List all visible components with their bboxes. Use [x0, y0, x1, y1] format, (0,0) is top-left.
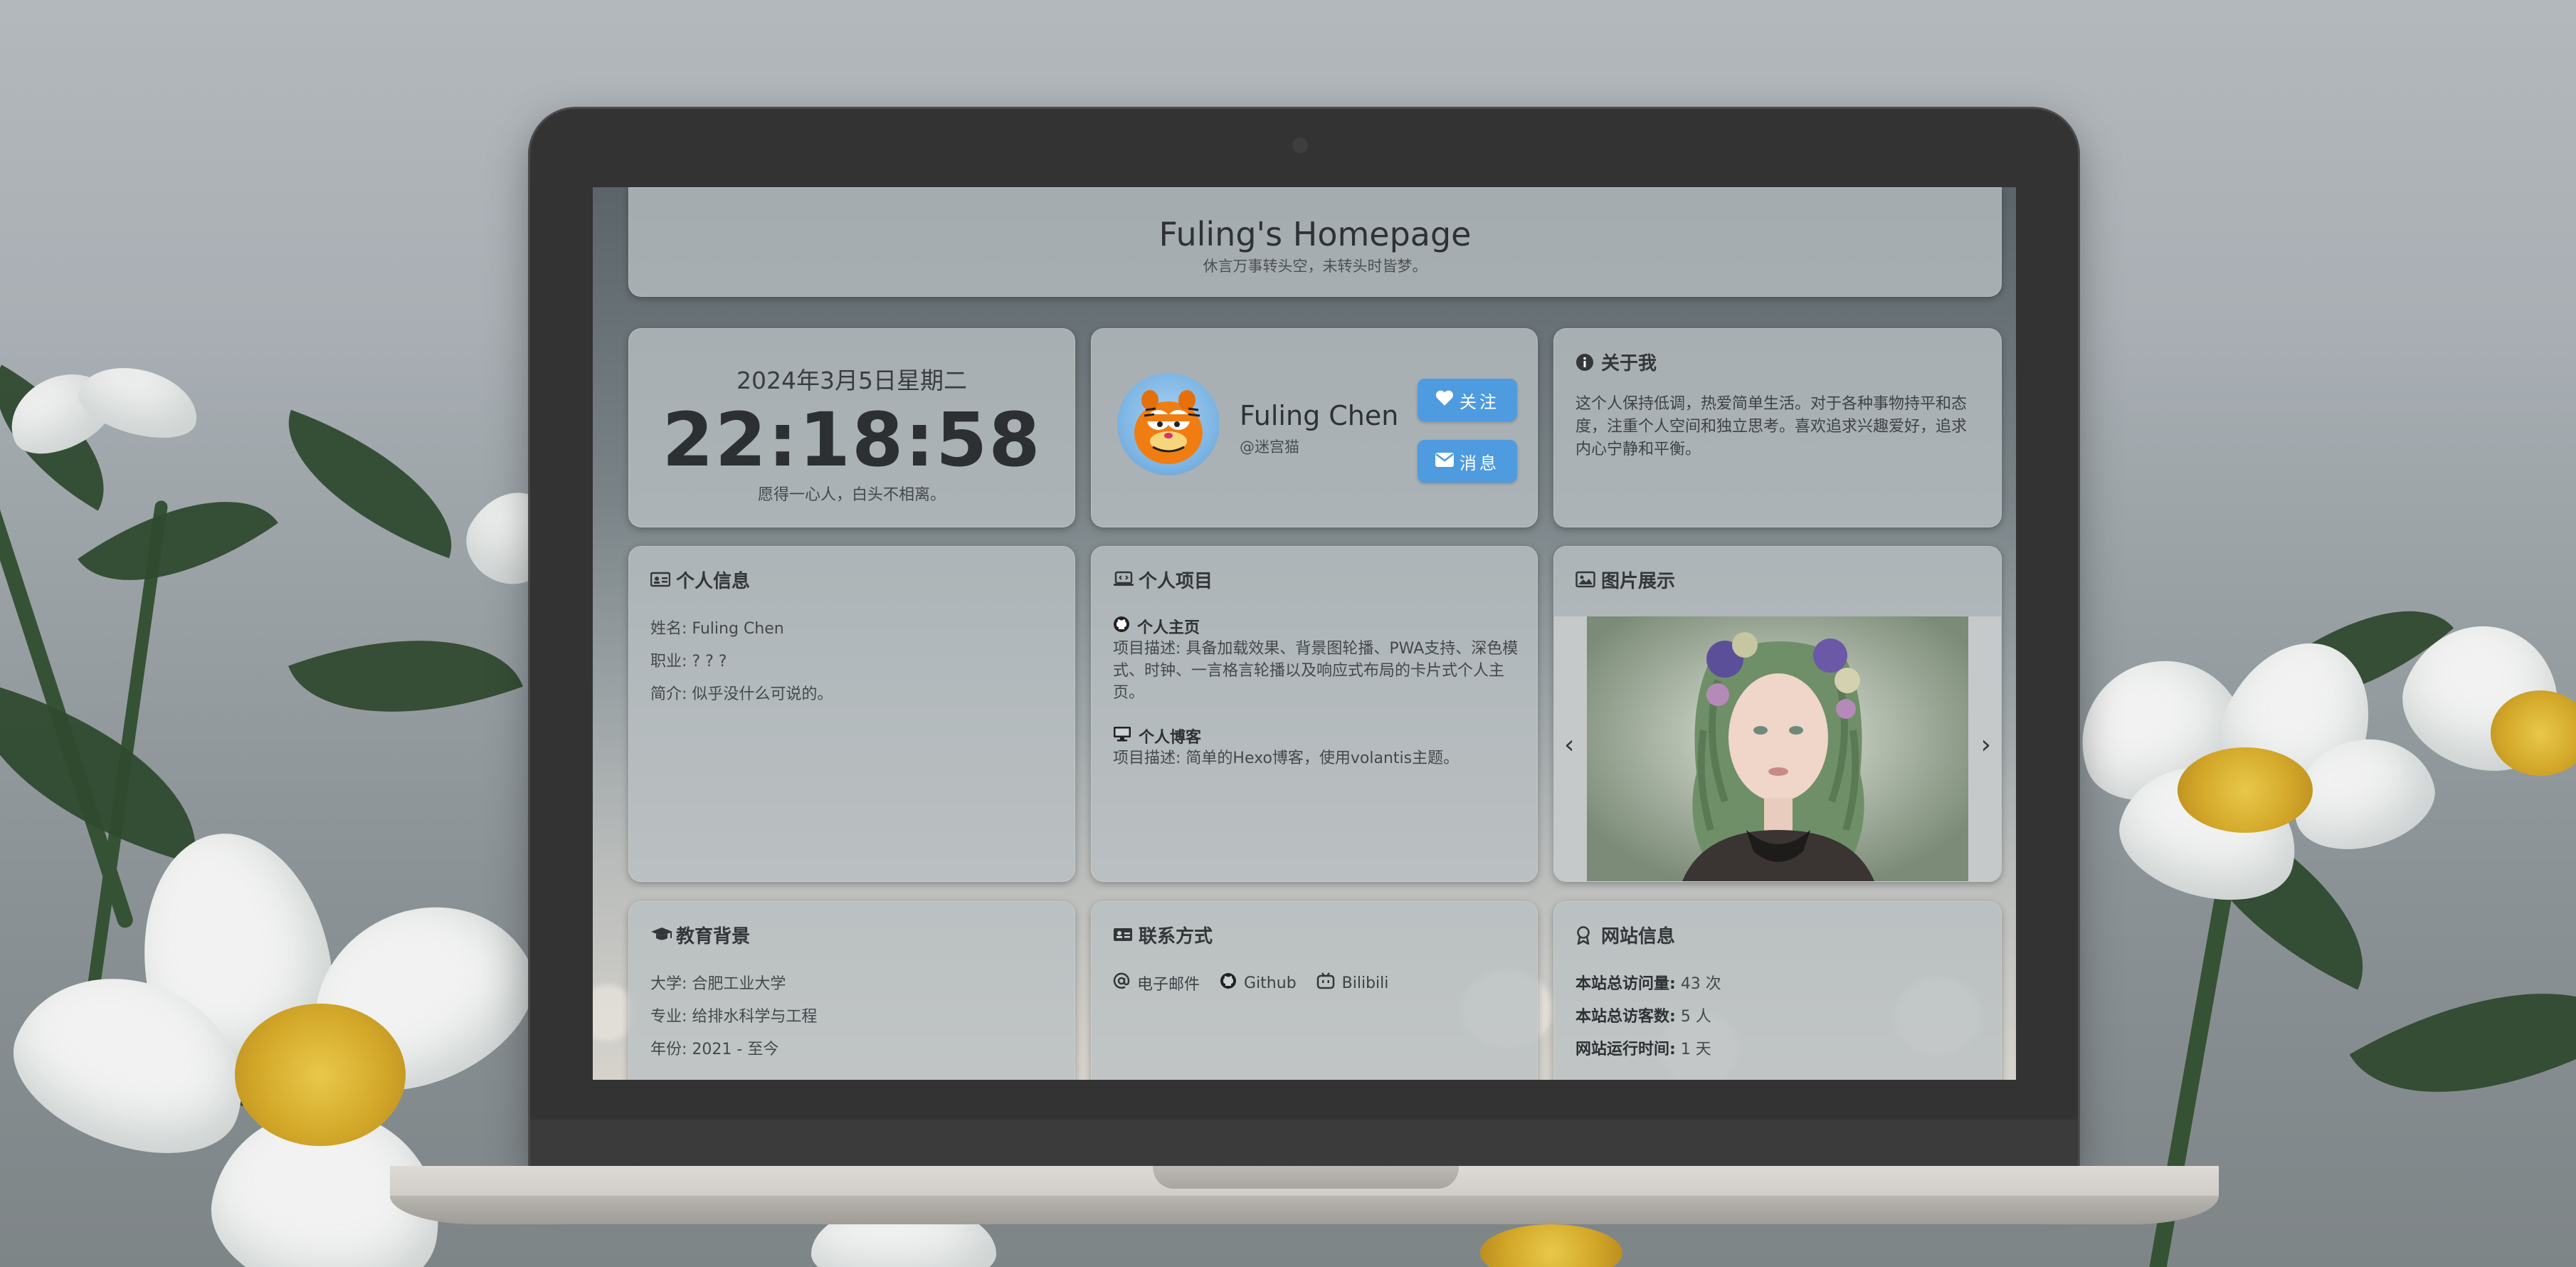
contact-title-text: 联系方式: [1139, 926, 1213, 947]
message-button[interactable]: 消息: [1418, 440, 1517, 483]
bilibili-icon: [1316, 972, 1335, 994]
projects-title-text: 个人项目: [1139, 571, 1213, 592]
laptop-opening-notch: [1153, 1166, 1459, 1189]
message-label: 消息: [1459, 453, 1499, 473]
about-text: 这个人保持低调，热爱简单生活。对于各种事物持平和态度，注重个人空间和独立思考。喜…: [1575, 395, 1968, 458]
id-card-icon: [650, 571, 671, 589]
avatar[interactable]: [1117, 373, 1220, 475]
flower-center: [235, 1004, 406, 1146]
info-job: 职业: ? ? ?: [650, 653, 727, 671]
site-info-title-text: 网站信息: [1601, 926, 1676, 947]
info-bio: 简介: 似乎没什么可说的。: [650, 685, 833, 703]
personal-info-title: 个人信息: [650, 567, 750, 593]
education-title: 教育背景: [650, 922, 750, 948]
follow-button[interactable]: 关注: [1418, 379, 1517, 421]
edu-school: 大学: 合肥工业大学: [650, 975, 786, 993]
follow-label: 关注: [1459, 391, 1499, 412]
at-sign-icon: [1113, 972, 1130, 994]
github-icon: [1220, 972, 1237, 994]
leaf: [2349, 926, 2576, 1160]
profile-handle: @迷宫猫: [1240, 438, 1299, 456]
about-card: 关于我 这个人保持低调，热爱简单生活。对于各种事物持平和态度，注重个人空间和独立…: [1553, 328, 2002, 527]
email-link[interactable]: 电子邮件: [1137, 972, 1200, 994]
header-card: Fuling's Homepage 休言万事转头空，未转头时皆梦。: [628, 187, 2002, 297]
education-card: 教育背景 大学: 合肥工业大学 专业: 给排水科学与工程 年份: 2021 - …: [628, 901, 1075, 1080]
contact-title: 联系方式: [1113, 922, 1213, 948]
project-homepage-desc: 项目描述: 具备加载效果、背景图轮播、PWA支持、深色模式、时钟、一言格言轮播以…: [1113, 640, 1519, 702]
about-title-text: 关于我: [1601, 353, 1657, 374]
heart-icon: [1435, 389, 1454, 411]
profile-name: Fuling Chen: [1240, 400, 1399, 431]
webcam: [1292, 137, 1308, 153]
github-icon: [1113, 616, 1130, 637]
edu-years: 年份: 2021 - 至今: [650, 1041, 779, 1058]
carousel-prev-button[interactable]: ‹: [1564, 730, 1574, 759]
carousel-image: [1587, 616, 1968, 881]
stat-visitors: 本站总访客数: 5 人: [1575, 1008, 1711, 1026]
image-carousel[interactable]: ‹ ›: [1554, 616, 2001, 881]
site-title: Fuling's Homepage: [1158, 215, 1472, 253]
personal-info-title-text: 个人信息: [676, 571, 751, 592]
stat-uptime: 网站运行时间: 1 天: [1575, 1041, 1711, 1058]
laptop-screen: Fuling's Homepage 休言万事转头空，未转头时皆梦。 2024年3…: [593, 187, 2016, 1080]
projects-title: 个人项目: [1113, 567, 1213, 593]
personal-info-card: 个人信息 姓名: Fuling Chen 职业: ? ? ? 简介: 似乎没什么…: [628, 546, 1075, 882]
bilibili-link[interactable]: Bilibili: [1342, 974, 1389, 992]
motto-text: 愿得一心人，白头不相离。: [757, 486, 946, 504]
gallery-title-text: 图片展示: [1601, 571, 1676, 592]
info-icon: [1575, 353, 1594, 372]
site-info-card: 网站信息 本站总访问量: 43 次 本站总访客数: 5 人 网站运行时间: 1 …: [1553, 901, 2002, 1080]
about-title: 关于我: [1575, 349, 1657, 375]
laptop-code-icon: [1113, 571, 1134, 589]
projects-card: 个人项目 个人主页 项目描述: 具备加载效果、背景图轮播、PWA支持、深色模式、…: [1091, 546, 1538, 882]
address-card-icon: [1113, 926, 1132, 945]
edu-major: 专业: 给排水科学与工程: [650, 1008, 818, 1026]
clock-time: 22:18:58: [662, 396, 1042, 483]
github-link[interactable]: Github: [1244, 974, 1297, 992]
laptop-base-edge: [390, 1196, 2219, 1224]
leaf: [288, 592, 523, 760]
date-text: 2024年3月5日星期二: [737, 367, 967, 394]
laptop-chin: [530, 1120, 2078, 1169]
project-blog-desc: 项目描述: 简单的Hexo博客，使用volantis主题。: [1113, 750, 1459, 767]
contact-card: 联系方式 电子邮件 Github Bilibili: [1091, 901, 1538, 1080]
info-name: 姓名: Fuling Chen: [650, 620, 784, 638]
education-title-text: 教育背景: [676, 926, 751, 947]
profile-card: Fuling Chen @迷宫猫 关注 消息: [1091, 328, 1538, 527]
gallery-card: 图片展示 ‹ ›: [1553, 546, 2002, 882]
carousel-next-button[interactable]: ›: [1981, 730, 1991, 759]
clock-card: 2024年3月5日星期二 22:18:58 愿得一心人，白头不相离。: [628, 328, 1075, 527]
stat-visits: 本站总访问量: 43 次: [1575, 975, 1721, 993]
flower-center: [1480, 1224, 1622, 1267]
desktop-icon: [1113, 726, 1131, 746]
graduation-cap-icon: [650, 926, 672, 945]
laptop-frame: Fuling's Homepage 休言万事转头空，未转头时皆梦。 2024年3…: [530, 109, 2078, 1169]
leaf: [78, 453, 278, 629]
contact-links: 电子邮件 Github Bilibili: [1113, 972, 1388, 994]
garfield-avatar-icon: [1134, 390, 1203, 464]
site-info-title: 网站信息: [1575, 922, 1675, 948]
image-icon: [1575, 571, 1595, 589]
site-subtitle: 休言万事转头空，未转头时皆梦。: [1203, 258, 1427, 275]
gallery-title: 图片展示: [1575, 567, 1675, 593]
flower-center: [2178, 747, 2313, 833]
project-blog-title[interactable]: 个人博客: [1113, 725, 1201, 747]
envelope-icon: [1435, 451, 1454, 471]
leaf: [261, 409, 479, 559]
project-homepage-title[interactable]: 个人主页: [1113, 615, 1200, 638]
award-icon: [1575, 925, 1594, 945]
